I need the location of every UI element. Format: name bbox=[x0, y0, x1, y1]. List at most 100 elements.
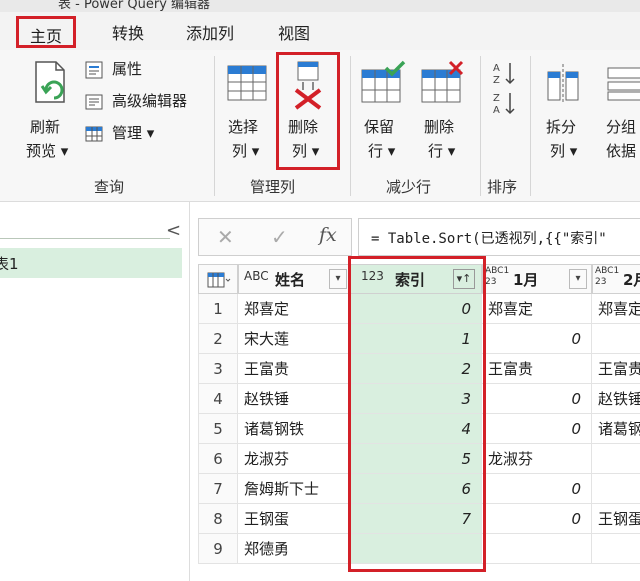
group-label-sort: 排序 bbox=[487, 178, 518, 196]
tab-home[interactable]: 主页 bbox=[16, 16, 77, 48]
cell-jan[interactable]: 龙淑芬 bbox=[482, 444, 592, 474]
ribbon: 刷新 预览 ▾ 属性 高级编辑器 管理 ▾ 查询 选择 列 ▾ 删除 列 ▾ 管… bbox=[0, 50, 640, 202]
row-number[interactable]: 6 bbox=[198, 444, 238, 474]
remove-rows-label: 行 ▾ bbox=[428, 142, 456, 160]
cell-jan[interactable]: 郑喜定 bbox=[482, 294, 592, 324]
cancel-formula-button[interactable]: ✕ bbox=[217, 225, 234, 249]
menu-bar: 主页 转换 添加列 视图 bbox=[0, 12, 640, 50]
cell-jan[interactable]: 0 bbox=[482, 474, 592, 504]
split-cols-label: 列 ▾ bbox=[550, 142, 578, 160]
cell-name[interactable]: 诸葛钢铁 bbox=[238, 414, 350, 444]
cell-feb[interactable]: 郑喜定 bbox=[592, 294, 640, 324]
column-header-jan[interactable]: ABC123 1月 ▾ bbox=[482, 264, 592, 294]
cell-name[interactable]: 宋大莲 bbox=[238, 324, 350, 354]
cell-name[interactable]: 龙淑芬 bbox=[238, 444, 350, 474]
split-column-button[interactable]: 拆分 列 ▾ bbox=[538, 58, 588, 166]
refresh-label: 刷新 bbox=[30, 118, 61, 136]
cell-feb[interactable]: 诸葛钢铁 bbox=[592, 414, 640, 444]
cell-jan[interactable] bbox=[482, 534, 592, 564]
choose-columns-icon bbox=[227, 65, 267, 101]
refresh-preview-button[interactable]: 刷新 预览 ▾ bbox=[22, 58, 78, 166]
cell-name[interactable]: 詹姆斯下士 bbox=[238, 474, 350, 504]
properties-button[interactable]: 属性 bbox=[84, 58, 204, 84]
query-item[interactable]: 表1 bbox=[0, 248, 182, 278]
advanced-editor-icon bbox=[85, 94, 103, 110]
cell-jan[interactable]: 0 bbox=[482, 414, 592, 444]
row-number[interactable]: 4 bbox=[198, 384, 238, 414]
filter-dropdown-icon[interactable]: ▾ bbox=[569, 269, 587, 289]
column-name: 姓名 bbox=[275, 271, 306, 289]
queries-pane-top-line bbox=[0, 238, 170, 239]
refresh-icon bbox=[35, 61, 65, 103]
cell-name[interactable]: 王钢蛋 bbox=[238, 504, 350, 534]
sort-descending-icon: Z A bbox=[493, 93, 515, 116]
row-number[interactable]: 5 bbox=[198, 414, 238, 444]
ribbon-separator bbox=[530, 56, 531, 196]
sort-ascending-button[interactable]: A Z bbox=[492, 60, 518, 86]
row-number[interactable]: 1 bbox=[198, 294, 238, 324]
properties-icon bbox=[85, 61, 103, 79]
ribbon-separator bbox=[350, 56, 351, 196]
row-number[interactable]: 8 bbox=[198, 504, 238, 534]
choose-columns-button[interactable]: 选择 列 ▾ bbox=[222, 58, 272, 166]
cell-feb[interactable] bbox=[592, 324, 640, 354]
keep-rows-button[interactable]: 保留 行 ▾ bbox=[358, 58, 408, 166]
any-type-icon: ABC123 bbox=[485, 266, 511, 288]
cell-jan[interactable]: 0 bbox=[482, 384, 592, 414]
tab-transform[interactable]: 转换 bbox=[112, 20, 144, 44]
svg-text:A: A bbox=[493, 105, 500, 116]
cell-feb[interactable]: 王钢蛋 bbox=[592, 504, 640, 534]
any-type-icon: ABC123 bbox=[595, 266, 621, 288]
column-header-name[interactable]: ABC 姓名 ▾ bbox=[238, 264, 350, 294]
group-label-query: 查询 bbox=[94, 178, 125, 196]
ribbon-separator bbox=[480, 56, 481, 196]
collapse-pane-button[interactable]: < bbox=[166, 220, 184, 242]
remove-cols-label: 列 ▾ bbox=[292, 142, 320, 160]
cell-name[interactable]: 郑德勇 bbox=[238, 534, 350, 564]
manage-label: 管理 ▾ bbox=[112, 124, 155, 142]
formula-bar: ✕ ✓ fx = Table.Sort(已透视列,{{"索引" bbox=[198, 218, 640, 256]
row-number[interactable]: 7 bbox=[198, 474, 238, 504]
cell-feb[interactable] bbox=[592, 534, 640, 564]
power-query-editor: 表 - Power Query 编辑器 主页 转换 添加列 视图 刷新 预览 ▾ bbox=[0, 0, 640, 581]
cell-name[interactable]: 赵铁锤 bbox=[238, 384, 350, 414]
cell-feb[interactable]: 王富贵 bbox=[592, 354, 640, 384]
remove-label: 删除 bbox=[288, 118, 319, 136]
svg-text:Z: Z bbox=[493, 75, 500, 86]
tab-view[interactable]: 视图 bbox=[278, 20, 310, 44]
formula-input[interactable]: = Table.Sort(已透视列,{{"索引" bbox=[358, 218, 640, 256]
preview-label: 预览 ▾ bbox=[26, 142, 69, 160]
sort-descending-button[interactable]: Z A bbox=[492, 90, 518, 116]
table-menu-button[interactable] bbox=[198, 264, 238, 294]
formula-text: = Table.Sort(已透视列,{{"索引" bbox=[371, 231, 607, 247]
row-number[interactable]: 3 bbox=[198, 354, 238, 384]
filter-dropdown-icon[interactable]: ▾ bbox=[329, 269, 347, 289]
remove-columns-button[interactable]: 删除 列 ▾ bbox=[280, 58, 336, 166]
remove-rows-top-label: 删除 bbox=[424, 118, 455, 136]
tab-add-column[interactable]: 添加列 bbox=[186, 20, 234, 44]
window-title: 表 - Power Query 编辑器 bbox=[58, 0, 211, 12]
remove-rows-button[interactable]: 删除 行 ▾ bbox=[418, 58, 468, 166]
group-label: 分组 bbox=[606, 118, 637, 136]
row-number[interactable]: 9 bbox=[198, 534, 238, 564]
index-column-highlight bbox=[348, 256, 486, 572]
row-number[interactable]: 2 bbox=[198, 324, 238, 354]
cell-jan[interactable]: 0 bbox=[482, 324, 592, 354]
cell-name[interactable]: 王富贵 bbox=[238, 354, 350, 384]
cell-feb[interactable] bbox=[592, 444, 640, 474]
cell-feb[interactable] bbox=[592, 474, 640, 504]
cell-name[interactable]: 郑喜定 bbox=[238, 294, 350, 324]
cell-jan[interactable]: 王富贵 bbox=[482, 354, 592, 384]
choose-label: 选择 bbox=[228, 118, 259, 136]
query-name: 表1 bbox=[0, 255, 19, 273]
type-label: ABC123 bbox=[595, 266, 620, 287]
confirm-formula-button[interactable]: ✓ bbox=[271, 225, 288, 249]
fx-button[interactable]: fx bbox=[319, 224, 337, 246]
manage-button[interactable]: 管理 ▾ bbox=[84, 122, 184, 148]
advanced-editor-label: 高级编辑器 bbox=[112, 92, 188, 110]
group-by-button[interactable]: 分组 依据 bbox=[598, 58, 640, 166]
cell-jan[interactable]: 0 bbox=[482, 504, 592, 534]
column-header-feb[interactable]: ABC123 2月 bbox=[592, 264, 640, 294]
cell-feb[interactable]: 赵铁锤 bbox=[592, 384, 640, 414]
advanced-editor-button[interactable]: 高级编辑器 bbox=[84, 90, 204, 116]
